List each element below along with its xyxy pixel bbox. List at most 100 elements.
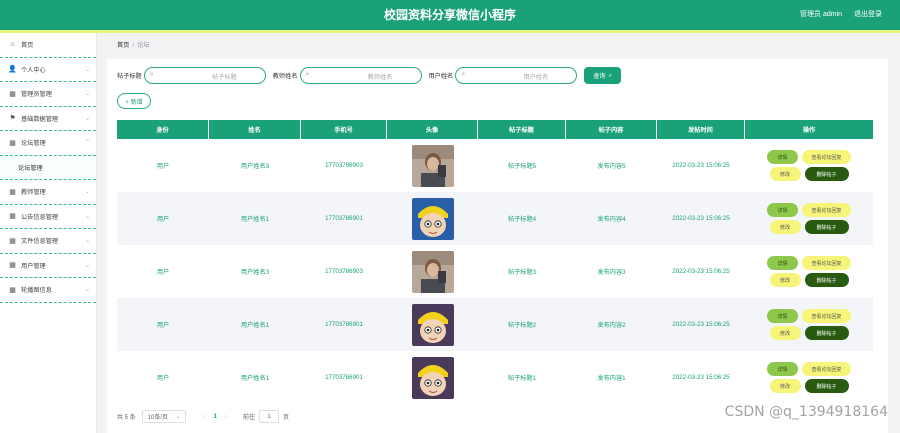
content-panel: 帖子标题 ⌕ 帖子标题 教师姓名 ⌕ 教师姓名 用户姓名 ⌕ 用户姓名 查询 ⌕… bbox=[107, 59, 888, 433]
grid-icon: ▦ bbox=[9, 213, 16, 221]
breadcrumb-home[interactable]: 首页 bbox=[117, 42, 129, 49]
cell-phone: 17703786901 bbox=[325, 321, 363, 328]
cell-actions: 详情 查看论坛回复 修改 删除帖子 bbox=[745, 245, 873, 298]
sidebar-item-users[interactable]: ▦ 用户管理 ⌄ bbox=[0, 254, 96, 278]
cell-content: 发布内容4 bbox=[597, 216, 626, 223]
avatar-cartoon[interactable] bbox=[411, 356, 454, 399]
sidebar-item-profile[interactable]: 👤 个人中心 ⌄ bbox=[0, 58, 96, 82]
top-right-area: 管理员 admin 退出登录 bbox=[790, 0, 882, 30]
view-replies-button[interactable]: 查看论坛回复 bbox=[802, 362, 851, 376]
cell-name: 用户姓名3 bbox=[240, 163, 270, 170]
column-header: 姓名 bbox=[209, 120, 301, 139]
avatar-photo[interactable] bbox=[411, 250, 454, 293]
cell-phone: 17703786903 bbox=[325, 162, 363, 169]
grid-icon: ▦ bbox=[9, 262, 16, 270]
detail-button[interactable]: 详情 bbox=[767, 309, 798, 323]
cell-role: 用户 bbox=[156, 375, 170, 382]
cell-actions: 详情 查看论坛回复 修改 删除帖子 bbox=[745, 139, 873, 192]
delete-post-button[interactable]: 删除帖子 bbox=[804, 220, 849, 234]
sidebar-item-home[interactable]: ⌂ 首页 bbox=[0, 33, 96, 58]
user-name-search-input[interactable]: ⌕ 用户姓名 bbox=[455, 67, 578, 84]
view-replies-button[interactable]: 查看论坛回复 bbox=[802, 309, 851, 323]
add-button[interactable]: + 新增 bbox=[117, 93, 151, 109]
action-group: 详情 查看论坛回复 修改 删除帖子 bbox=[767, 362, 851, 393]
logout-link[interactable]: 退出登录 bbox=[854, 11, 882, 18]
query-button[interactable]: 查询 ⌕ bbox=[584, 67, 622, 84]
chevron-down-icon: ⌄ bbox=[84, 238, 90, 244]
action-group: 详情 查看论坛回复 修改 删除帖子 bbox=[767, 150, 851, 181]
grid-icon: ▦ bbox=[9, 139, 16, 147]
sidebar-item-label: 教师管理 bbox=[21, 189, 46, 197]
search-icon: ⌕ bbox=[305, 71, 310, 78]
view-replies-button[interactable]: 查看论坛回复 bbox=[802, 203, 851, 217]
action-group: 详情 查看论坛回复 修改 删除帖子 bbox=[767, 309, 851, 340]
cell-title: 帖子标题2 bbox=[507, 322, 537, 329]
grid-icon: ▦ bbox=[9, 90, 16, 98]
teacher-name-search-input[interactable]: ⌕ 教师姓名 bbox=[299, 67, 422, 84]
action-row: 详情 查看论坛回复 bbox=[767, 203, 851, 217]
chevron-down-icon: ⌄ bbox=[84, 66, 90, 73]
cell-avatar bbox=[387, 139, 478, 192]
sidebar-item-carousel[interactable]: ▦ 轮播图信息 ⌄ bbox=[0, 278, 96, 303]
cell-title: 帖子标题4 bbox=[507, 216, 537, 223]
grid-icon: ▦ bbox=[9, 237, 16, 245]
pagination: 共 5 条 10条/页 ⌄ ‹ 1 › 前往 1 页 bbox=[117, 410, 289, 423]
cell-time: 2022-03-23 15:06:25 bbox=[672, 215, 730, 222]
edit-button[interactable]: 修改 bbox=[769, 326, 801, 340]
view-replies-button[interactable]: 查看论坛回复 bbox=[802, 256, 851, 270]
delete-post-button[interactable]: 删除帖子 bbox=[804, 167, 849, 181]
delete-post-button[interactable]: 删除帖子 bbox=[804, 273, 849, 287]
total-count: 共 5 条 bbox=[117, 415, 136, 421]
cell-actions: 详情 查看论坛回复 修改 删除帖子 bbox=[745, 351, 873, 404]
next-page-icon[interactable]: › bbox=[225, 414, 227, 420]
main-area: 首页 / 论坛 帖子标题 ⌕ 帖子标题 教师姓名 ⌕ 教师姓名 用户姓名 ⌕ 用户姓… bbox=[107, 33, 888, 433]
cell-title: 帖子标题3 bbox=[507, 269, 537, 276]
search-icon: ⌕ bbox=[461, 71, 466, 78]
sidebar-item-notices[interactable]: ▦ 公告信息管理 ⌄ bbox=[0, 205, 96, 229]
sidebar-item-label: 公告信息管理 bbox=[21, 213, 59, 221]
edit-button[interactable]: 修改 bbox=[769, 220, 801, 234]
sidebar-item-forum[interactable]: ▦ 论坛管理 ⌃ bbox=[0, 131, 96, 156]
chevron-down-icon: ⌄ bbox=[84, 262, 90, 269]
input-placeholder: 用户姓名 bbox=[523, 74, 549, 81]
sidebar-item-basic-data[interactable]: ⚑ 基础数据管理 ⌄ bbox=[0, 107, 96, 131]
view-replies-button[interactable]: 查看论坛回复 bbox=[802, 150, 851, 164]
page-number-current[interactable]: 1 bbox=[214, 414, 217, 420]
edit-button[interactable]: 修改 bbox=[769, 167, 801, 181]
sidebar-item-files[interactable]: ▦ 文件信息管理 ⌄ bbox=[0, 229, 96, 254]
sidebar-subitem-forum[interactable]: 论坛管理 bbox=[0, 155, 96, 180]
goto-label: 前往 bbox=[243, 415, 256, 421]
delete-post-button[interactable]: 删除帖子 bbox=[804, 326, 849, 340]
cell-title: 帖子标题5 bbox=[507, 163, 537, 170]
avatar-cartoon[interactable] bbox=[411, 303, 454, 346]
avatar-photo[interactable] bbox=[411, 144, 454, 187]
edit-button[interactable]: 修改 bbox=[769, 379, 801, 393]
page-size-select[interactable]: 10条/页 ⌄ bbox=[141, 410, 186, 423]
action-row: 修改 删除帖子 bbox=[769, 273, 849, 287]
prev-page-icon[interactable]: ‹ bbox=[204, 414, 206, 420]
cell-content: 发布内容2 bbox=[597, 322, 626, 329]
detail-button[interactable]: 详情 bbox=[767, 150, 798, 164]
avatar-cartoon[interactable] bbox=[411, 197, 454, 240]
chevron-down-icon: ⌄ bbox=[84, 91, 90, 97]
cell-actions: 详情 查看论坛回复 修改 删除帖子 bbox=[745, 298, 873, 351]
detail-button[interactable]: 详情 bbox=[767, 362, 798, 376]
cell-time: 2022-03-23 15:06:25 bbox=[672, 162, 730, 169]
edit-button[interactable]: 修改 bbox=[769, 273, 801, 287]
watermark: CSDN @q_1394918164 bbox=[724, 404, 888, 420]
detail-button[interactable]: 详情 bbox=[767, 256, 798, 270]
table-row: 用户 用户姓名3 17703786903 帖子标题3 发布内容3 2022-03… bbox=[117, 245, 873, 298]
table-row: 用户 用户姓名1 17703786901 帖子标题1 发布内容1 2022-03… bbox=[117, 351, 873, 404]
cell-role: 用户 bbox=[156, 216, 170, 223]
cell-role: 用户 bbox=[156, 269, 170, 276]
sidebar-item-teachers[interactable]: ▦ 教师管理 ⌄ bbox=[0, 180, 96, 205]
post-title-search-input[interactable]: ⌕ 帖子标题 bbox=[143, 67, 266, 84]
current-user-label: 管理员 admin bbox=[800, 11, 843, 18]
detail-button[interactable]: 详情 bbox=[767, 203, 798, 217]
delete-post-button[interactable]: 删除帖子 bbox=[804, 379, 849, 393]
goto-page-input[interactable]: 1 bbox=[259, 410, 280, 423]
sidebar-item-label: 用户管理 bbox=[21, 262, 46, 270]
search-label-user: 用户姓名 bbox=[428, 73, 454, 80]
sidebar-item-admin[interactable]: ▦ 管理员管理 ⌄ bbox=[0, 82, 96, 107]
cell-content: 发布内容3 bbox=[597, 269, 626, 276]
